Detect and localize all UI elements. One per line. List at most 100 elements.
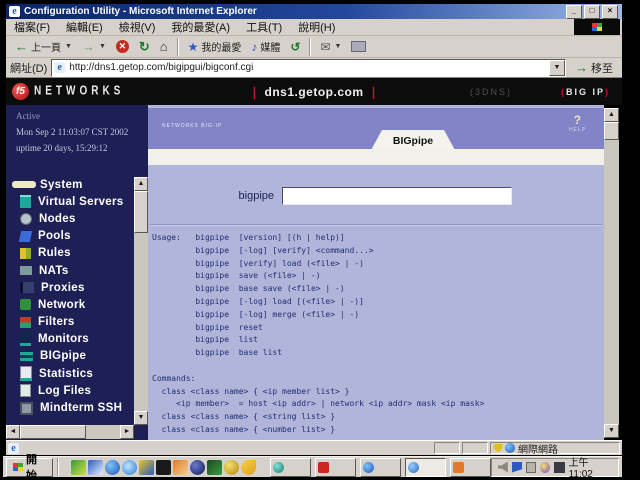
history-button[interactable]: ↺ bbox=[285, 37, 305, 57]
product-bigip-label[interactable]: (BIG IP) bbox=[561, 87, 610, 97]
scroll-down-icon[interactable]: ▼ bbox=[134, 411, 148, 425]
stop-button[interactable]: ✕ bbox=[111, 37, 134, 57]
quick-launch-icon[interactable] bbox=[138, 459, 154, 475]
product-3dns-label[interactable]: (3DNS) bbox=[470, 87, 512, 97]
content-divider-strip bbox=[148, 149, 604, 165]
sidebar-horizontal-scrollbar[interactable]: ◄ ► bbox=[6, 425, 134, 439]
scrollbar-thumb[interactable] bbox=[134, 191, 148, 233]
taskbar-clock[interactable]: 上午 11:02 bbox=[569, 454, 612, 480]
scroll-left-icon[interactable]: ◄ bbox=[6, 425, 20, 439]
proxies-icon bbox=[20, 282, 34, 294]
ie-logo-icon: e bbox=[9, 6, 20, 17]
quick-launch-icon[interactable] bbox=[206, 459, 222, 475]
status-cell bbox=[434, 442, 460, 454]
sidebar-item-rules[interactable]: Rules bbox=[6, 245, 134, 262]
toolbar-separator bbox=[309, 37, 312, 56]
sidebar-item-log-files[interactable]: Log Files bbox=[6, 382, 134, 399]
app-icon bbox=[272, 461, 284, 473]
content-rule bbox=[150, 224, 602, 226]
home-button[interactable]: ⌂ bbox=[155, 37, 173, 57]
sidebar-item-statistics[interactable]: Statistics bbox=[6, 365, 134, 382]
address-dropdown-icon[interactable]: ▼ bbox=[549, 59, 565, 76]
hostname-left-bracket: ❘ bbox=[249, 84, 260, 99]
ie-throbber bbox=[574, 19, 620, 35]
display-icon[interactable] bbox=[525, 461, 537, 473]
sidebar-item-system[interactable]: System bbox=[6, 176, 134, 193]
menu-view[interactable]: 檢視(V) bbox=[111, 19, 164, 35]
window-title: Configuration Utility - Microsoft Intern… bbox=[24, 6, 257, 17]
navigation-sidebar: Active Mon Sep 2 11:03:07 CST 2002 uptim… bbox=[6, 105, 148, 440]
sidebar-item-bigpipe[interactable]: BIGpipe bbox=[6, 348, 134, 365]
messenger-icon[interactable] bbox=[511, 461, 522, 473]
security-agent-icon[interactable] bbox=[554, 461, 565, 473]
print-button[interactable] bbox=[346, 37, 371, 57]
address-input[interactable]: e http://dns1.getop.com/bigipgui/bigconf… bbox=[51, 58, 566, 77]
minimize-button[interactable]: _ bbox=[566, 5, 582, 19]
nats-icon bbox=[20, 266, 32, 276]
task-button-active[interactable] bbox=[404, 457, 446, 477]
bigpipe-command-input[interactable] bbox=[282, 187, 512, 205]
scrollbar-thumb[interactable] bbox=[20, 425, 86, 439]
quick-launch-icon[interactable] bbox=[104, 459, 120, 475]
favorites-button[interactable]: ★ 我的最愛 bbox=[183, 37, 247, 57]
quick-launch-icon[interactable] bbox=[223, 459, 239, 475]
menu-help[interactable]: 說明(H) bbox=[290, 19, 343, 35]
internet-zone-label: 網際網路 bbox=[518, 444, 558, 456]
update-icon[interactable] bbox=[540, 461, 551, 473]
forward-dropdown-icon[interactable]: ▼ bbox=[99, 43, 106, 50]
menu-file[interactable]: 檔案(F) bbox=[6, 19, 58, 35]
forward-button[interactable]: → ▼ bbox=[77, 37, 111, 57]
sidebar-item-filters[interactable]: Filters bbox=[6, 314, 134, 331]
start-button[interactable]: 開始 bbox=[6, 454, 53, 480]
bigpipe-input-label: bigpipe bbox=[238, 190, 274, 202]
content-vertical-scrollbar[interactable]: ▲ ▼ bbox=[604, 108, 619, 438]
help-question-icon: ? bbox=[573, 113, 582, 127]
sidebar-item-proxies[interactable]: Proxies bbox=[6, 279, 134, 296]
task-button[interactable] bbox=[269, 457, 311, 477]
menu-edit[interactable]: 編輯(E) bbox=[58, 19, 111, 35]
task-button[interactable] bbox=[314, 457, 356, 477]
monitors-icon bbox=[20, 332, 31, 347]
taskbar-separator bbox=[56, 458, 59, 476]
maximize-button[interactable]: □ bbox=[584, 5, 600, 19]
mail-dropdown-icon[interactable]: ▼ bbox=[335, 43, 342, 50]
quick-launch-icon[interactable] bbox=[172, 459, 188, 475]
menu-tools[interactable]: 工具(T) bbox=[238, 19, 290, 35]
mail-button[interactable]: ✉ ▼ bbox=[315, 37, 346, 57]
quick-launch-icon[interactable] bbox=[189, 459, 205, 475]
speaker-icon[interactable] bbox=[497, 461, 508, 473]
zone-cell: 網際網路 bbox=[490, 442, 620, 456]
sidebar-item-mindterm-ssh[interactable]: Mindterm SSH bbox=[6, 399, 134, 416]
scroll-down-icon[interactable]: ▼ bbox=[604, 424, 619, 438]
quick-launch-icon[interactable] bbox=[70, 459, 86, 475]
back-dropdown-icon[interactable]: ▼ bbox=[65, 43, 72, 50]
media-button[interactable]: ♪ 媒體 bbox=[246, 37, 285, 57]
window-titlebar[interactable]: e Configuration Utility - Microsoft Inte… bbox=[6, 4, 622, 19]
hostname: dns1.getop.com bbox=[264, 84, 364, 99]
sidebar-vertical-scrollbar[interactable]: ▲ ▼ bbox=[134, 177, 148, 425]
scroll-up-icon[interactable]: ▲ bbox=[134, 177, 148, 191]
start-windows-flag-icon bbox=[13, 463, 23, 471]
scroll-right-icon[interactable]: ► bbox=[120, 425, 134, 439]
help-button[interactable]: ? HELP bbox=[569, 113, 586, 133]
sidebar-item-nodes[interactable]: Nodes bbox=[6, 210, 134, 227]
refresh-button[interactable]: ↻ bbox=[134, 37, 155, 57]
go-button[interactable]: → 移至 bbox=[570, 58, 618, 78]
quick-launch-icon[interactable] bbox=[121, 459, 137, 475]
quick-launch-icon[interactable] bbox=[240, 459, 256, 475]
task-button[interactable] bbox=[359, 457, 401, 477]
content-header-band: NETWORKS BIG-IP ? HELP BIGpipe bbox=[148, 108, 604, 152]
sidebar-item-network[interactable]: Network bbox=[6, 296, 134, 313]
scrollbar-thumb[interactable] bbox=[604, 122, 619, 140]
task-button[interactable] bbox=[449, 457, 491, 477]
sidebar-item-virtual-servers[interactable]: Virtual Servers bbox=[6, 193, 134, 210]
scroll-up-icon[interactable]: ▲ bbox=[604, 108, 619, 122]
sidebar-item-pools[interactable]: Pools bbox=[6, 228, 134, 245]
close-button[interactable]: × bbox=[602, 5, 618, 19]
back-button[interactable]: ← 上一頁 ▼ bbox=[10, 37, 77, 57]
sidebar-item-nats[interactable]: NATs bbox=[6, 262, 134, 279]
quick-launch-icon[interactable] bbox=[155, 459, 171, 475]
quick-launch-icon[interactable] bbox=[87, 459, 103, 475]
menu-favorites[interactable]: 我的最愛(A) bbox=[163, 19, 238, 35]
sidebar-item-monitors[interactable]: Monitors bbox=[6, 331, 134, 348]
